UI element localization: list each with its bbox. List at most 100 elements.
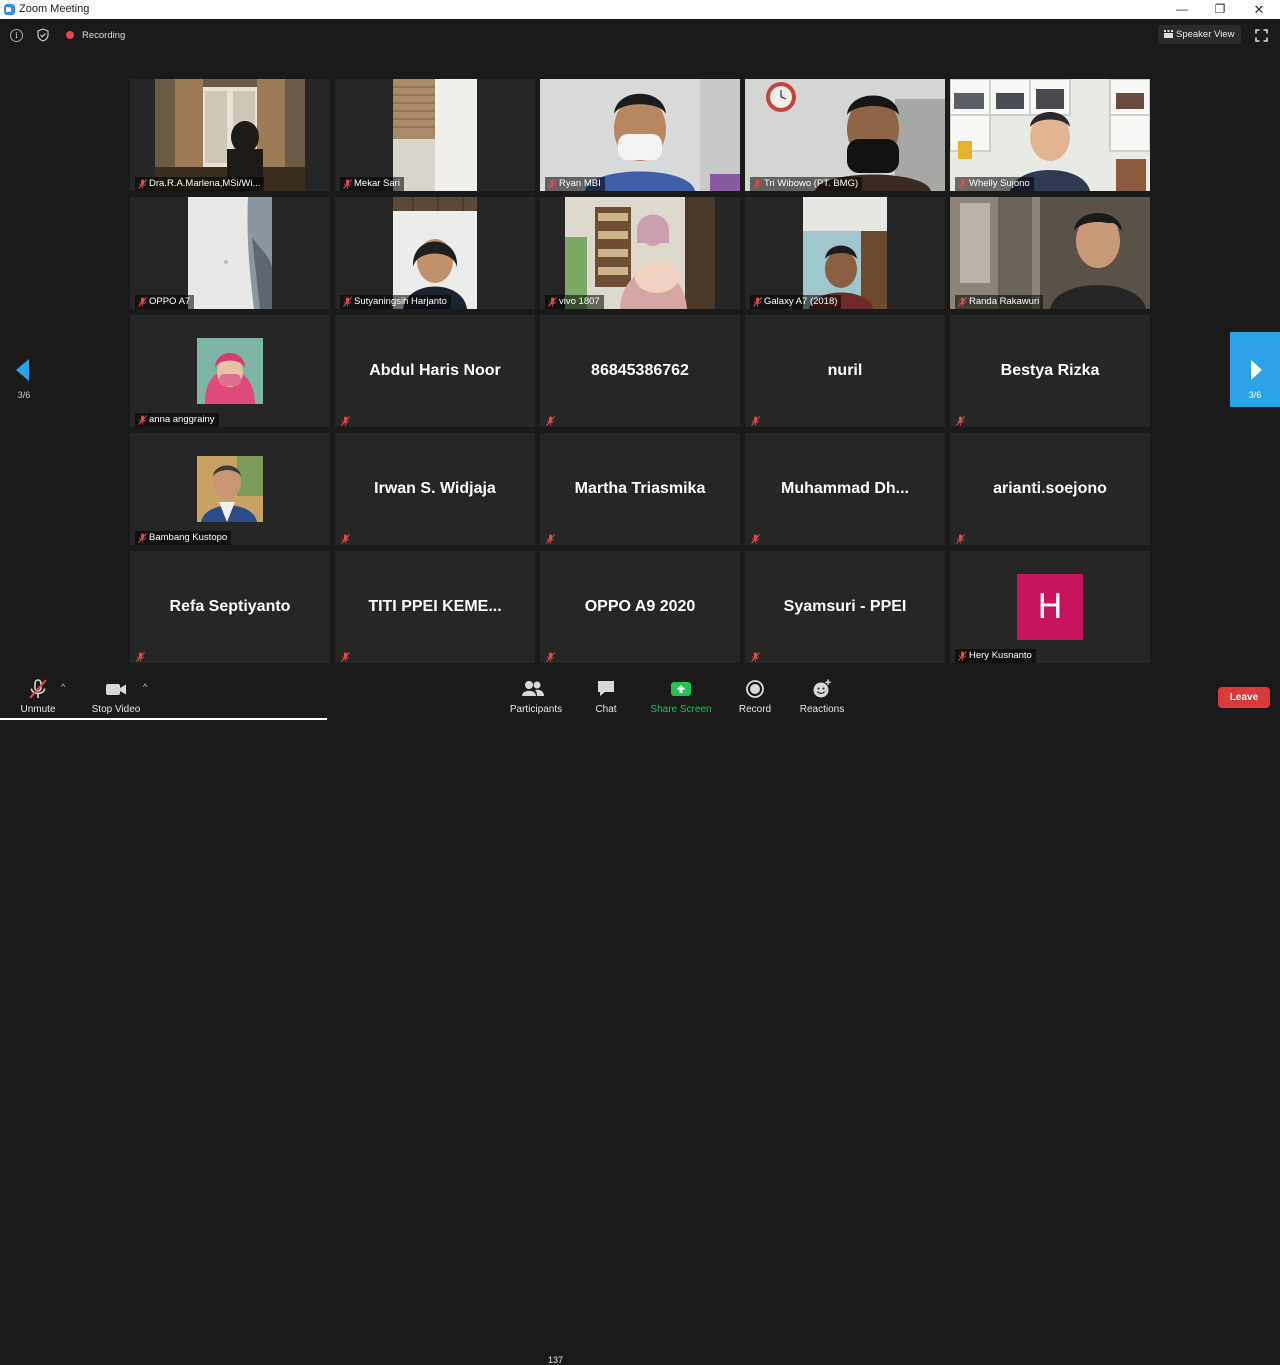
participant-display-name: Muhammad Dh...	[780, 480, 909, 497]
participant-display-name: OPPO A9 2020	[584, 598, 696, 615]
participant-tile[interactable]: Tri Wibowo (PT. BMG)	[745, 79, 945, 191]
participant-name-label: Dra.R.A.Marlena,MSi/Wi...	[135, 177, 265, 191]
record-button[interactable]: Record	[735, 678, 775, 715]
speaker-view-button[interactable]: Speaker View	[1158, 25, 1242, 44]
security-shield-icon[interactable]	[37, 28, 49, 42]
next-page-button[interactable]: 3/6	[1230, 332, 1280, 407]
participant-tile[interactable]: Bestya Rizka	[950, 315, 1150, 427]
page-indicator: 3/6	[17, 390, 31, 400]
muted-mic-icon	[138, 297, 147, 307]
maximize-button[interactable]: ❐	[1201, 0, 1239, 19]
participant-tile[interactable]: OPPO A7	[130, 197, 330, 309]
participant-display-name: nuril	[827, 362, 863, 379]
participants-count: 137	[548, 1355, 564, 1365]
participant-tile[interactable]: Refa Septiyanto	[130, 551, 330, 663]
participant-tile[interactable]: Abdul Haris Noor	[335, 315, 535, 427]
unmute-button[interactable]: Unmute	[14, 678, 62, 715]
participant-tile[interactable]: Dra.R.A.Marlena,MSi/Wi...	[130, 79, 330, 191]
arrow-left-icon	[16, 359, 29, 381]
participant-tile[interactable]: vivo 1807	[540, 197, 740, 309]
page-indicator: 3/6	[1248, 390, 1262, 400]
participant-tile[interactable]: 86845386762	[540, 315, 740, 427]
participant-tile[interactable]: Galaxy A7 (2018)	[745, 197, 945, 309]
participants-button[interactable]: Participants	[505, 678, 567, 715]
participant-tile[interactable]: TITI PPEI KEME...	[335, 551, 535, 663]
gallery-grid-icon	[1164, 30, 1173, 38]
muted-mic-icon	[958, 297, 967, 307]
share-screen-label: Share Screen	[650, 704, 712, 715]
video-options-caret-icon[interactable]: ^	[143, 682, 147, 692]
muted-mic-icon	[753, 179, 762, 189]
stop-video-button[interactable]: Stop Video	[88, 678, 144, 715]
participant-video	[155, 79, 305, 191]
participant-tile[interactable]: Bambang Kustopo	[130, 433, 330, 545]
minimize-button[interactable]: —	[1163, 0, 1201, 19]
participant-name-label: Tri Wibowo (PT. BMG)	[750, 177, 863, 191]
gallery-grid: Dra.R.A.Marlena,MSi/Wi... Mekar Sari Rya…	[130, 79, 1150, 663]
muted-mic-icon	[548, 297, 557, 307]
participant-video	[565, 197, 715, 309]
participant-name-label: Sutyaningsih Harjanto	[340, 295, 451, 309]
muted-mic-icon	[138, 533, 147, 543]
participant-display-name: Syamsuri - PPEI	[783, 598, 907, 615]
muted-mic-icon	[956, 416, 965, 426]
participant-tile[interactable]: H Hery Kusnanto	[950, 551, 1150, 663]
muted-mic-icon	[343, 179, 352, 189]
muted-mic-icon	[751, 534, 760, 544]
share-screen-button[interactable]: Share Screen	[646, 678, 716, 715]
info-icon[interactable]: i	[10, 29, 23, 42]
previous-page-button[interactable]: 3/6	[10, 358, 38, 408]
participant-display-name: 86845386762	[591, 362, 689, 379]
participant-display-name: arianti.soejono	[993, 480, 1107, 497]
audio-options-caret-icon[interactable]: ^	[61, 682, 65, 692]
participant-display-name: TITI PPEI KEME...	[368, 598, 502, 615]
recording-label: Recording	[82, 30, 126, 41]
participant-tile[interactable]: arianti.soejono	[950, 433, 1150, 545]
participant-tile[interactable]: Syamsuri - PPEI	[745, 551, 945, 663]
participant-video	[393, 79, 477, 191]
participant-tile[interactable]: Ryan MBI	[540, 79, 740, 191]
profile-picture	[197, 456, 263, 522]
participant-tile[interactable]: anna anggrainy	[130, 315, 330, 427]
participant-tile[interactable]: Whelly Sujono	[950, 79, 1150, 191]
participant-name-label: OPPO A7	[135, 295, 195, 309]
participant-video	[803, 197, 887, 309]
video-camera-icon	[106, 684, 126, 695]
zoom-app-icon	[4, 4, 15, 15]
participant-display-name: Bestya Rizka	[1000, 362, 1100, 379]
muted-mic-icon	[546, 416, 555, 426]
unmute-label: Unmute	[20, 704, 56, 715]
participant-tile[interactable]: OPPO A9 2020	[540, 551, 740, 663]
stop-video-label: Stop Video	[91, 704, 141, 715]
close-button[interactable]: ✕	[1240, 0, 1278, 19]
participant-video	[393, 197, 477, 309]
participant-tile[interactable]: Sutyaningsih Harjanto	[335, 197, 535, 309]
participant-tile[interactable]: Martha Triasmika	[540, 433, 740, 545]
participant-name-label: Hery Kusnanto	[955, 649, 1036, 663]
participant-tile[interactable]: nuril	[745, 315, 945, 427]
participant-tile[interactable]: Irwan S. Widjaja	[335, 433, 535, 545]
muted-mic-icon	[138, 415, 147, 425]
muted-mic-icon	[546, 652, 555, 662]
meeting-toolbar: Unmute ^ Stop Video ^ Participants 137 C…	[0, 672, 1280, 1365]
participant-video	[950, 197, 1150, 309]
participant-tile[interactable]: Randa Rakawuri	[950, 197, 1150, 309]
muted-mic-icon	[341, 534, 350, 544]
letter-avatar: H	[1017, 574, 1083, 640]
participant-display-name: Refa Septiyanto	[169, 598, 291, 615]
chat-button[interactable]: Chat	[586, 678, 626, 715]
participant-tile[interactable]: Muhammad Dh...	[745, 433, 945, 545]
reactions-button[interactable]: Reactions	[797, 678, 847, 715]
fullscreen-icon[interactable]	[1255, 29, 1268, 42]
participant-display-name: Irwan S. Widjaja	[374, 480, 496, 497]
record-label: Record	[738, 704, 772, 715]
participant-name-label: vivo 1807	[545, 295, 604, 309]
participant-video	[540, 79, 740, 191]
muted-mic-icon	[751, 652, 760, 662]
participant-tile[interactable]: Mekar Sari	[335, 79, 535, 191]
muted-mic-icon	[956, 534, 965, 544]
smiley-reaction-icon	[813, 679, 831, 698]
speaker-view-label: Speaker View	[1176, 29, 1235, 40]
participant-video	[950, 79, 1150, 191]
leave-meeting-button[interactable]: Leave	[1218, 687, 1270, 708]
